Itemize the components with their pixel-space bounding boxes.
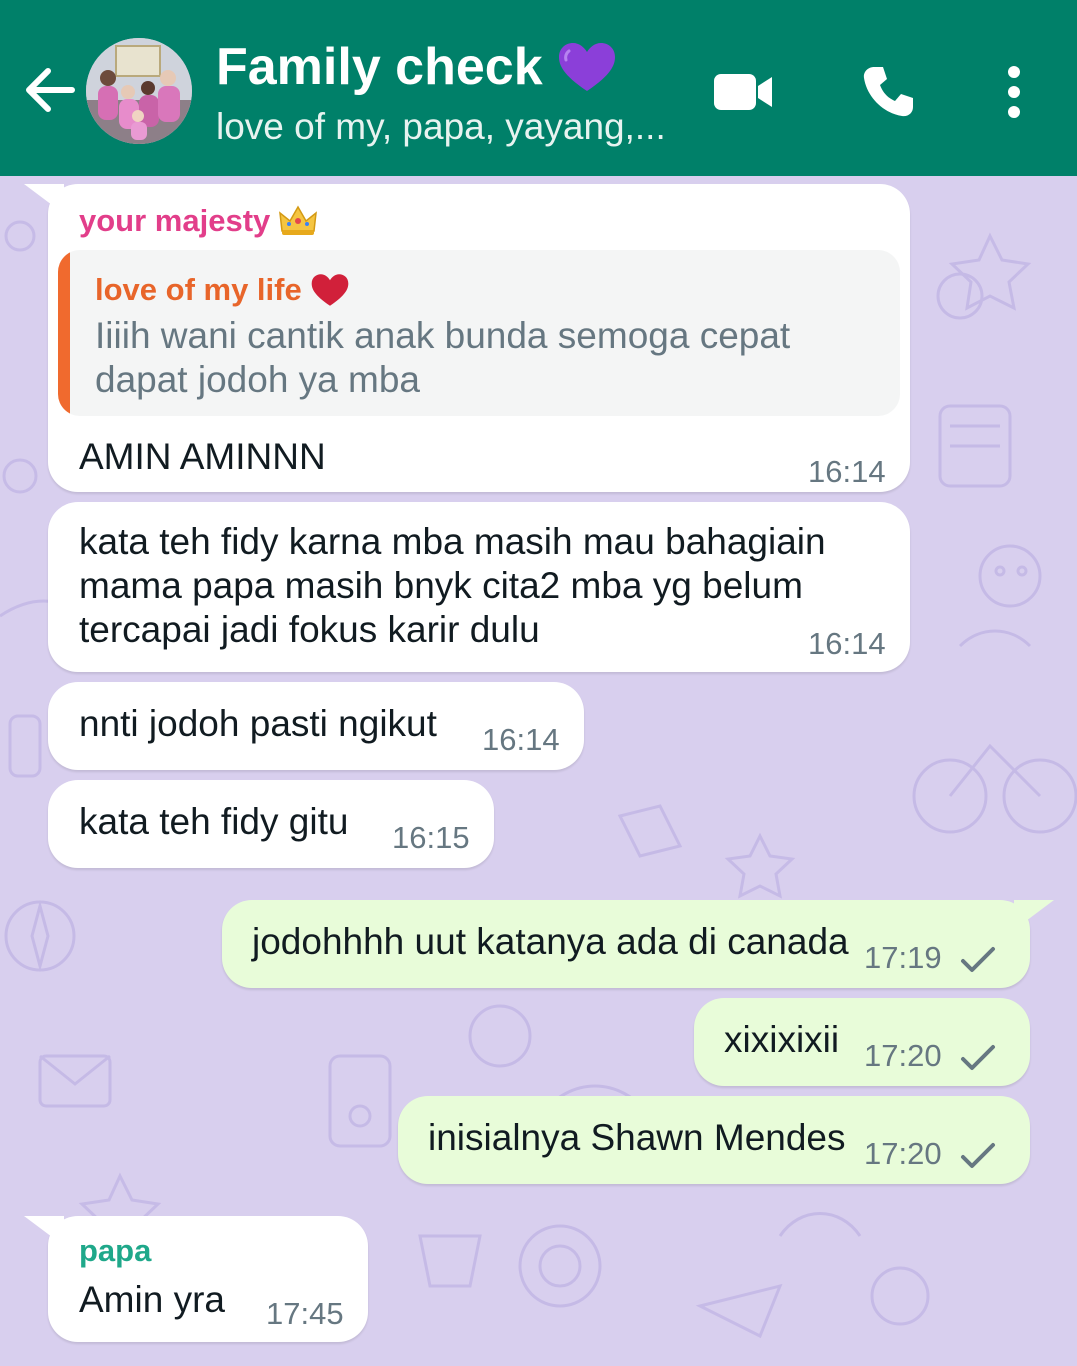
quote-accent-bar [58,250,70,416]
message-text: inisialnya Shawn Mendes [428,1117,846,1158]
crown-icon [279,205,318,235]
more-options-button[interactable] [990,56,1038,128]
purple-heart-icon [558,43,615,91]
video-call-icon [714,74,772,110]
chat-header: Family check love of my, papa, yayang,..… [0,0,1077,176]
group-photo [86,38,192,144]
message-time-text: 17:20 [864,1136,942,1171]
message-time: 16:14 [808,626,886,661]
bubble-tail [24,184,64,214]
sender-name[interactable]: your majesty [79,202,318,240]
message-bubble[interactable]: kata teh fidy karna mba masih mau bahagi… [48,502,910,672]
message-time: 17:45 [266,1296,344,1331]
message-line: kata teh fidy karna mba masih mau bahagi… [79,521,826,562]
sent-check-icon [961,1142,996,1168]
red-heart-icon [311,274,349,306]
more-options-icon [1008,66,1020,118]
group-name: Family check [216,38,543,96]
message-bubble[interactable]: papa Amin yra 17:45 [24,1216,368,1342]
voice-call-button[interactable] [852,56,924,128]
message-time: 17:20 [864,1038,996,1074]
message-text: AMIN AMINNN [79,436,326,477]
message-time-text: 17:19 [864,940,942,975]
message-bubble[interactable]: jodohhhh uut katanya ada di canada 17:19 [222,900,1054,988]
message-time-text: 17:20 [864,1038,942,1073]
message-time: 17:19 [864,940,996,976]
message-bubble[interactable]: kata teh fidy gitu 16:15 [48,780,494,868]
sent-check-icon [961,946,996,972]
chat-title-block[interactable]: Family check love of my, papa, yayang,..… [216,36,686,150]
message-text: xixixixii [724,1019,840,1060]
message-bubble[interactable]: your majesty love of my life Iiiih wani … [24,184,910,492]
message-text: jodohhhh uut katanya ada di canada [252,921,849,962]
message-bubble[interactable]: nnti jodoh pasti ngikut 16:14 [48,682,584,770]
title-row: Family check [216,36,686,98]
message-time: 16:14 [808,454,886,489]
message-text: Amin yra [79,1279,225,1320]
message-text: kata teh fidy gitu [79,801,349,842]
message-text: nnti jodoh pasti ngikut [79,703,437,744]
message-line: mama papa masih bnyk cita2 mba yg belum [79,565,803,606]
message-bubble[interactable]: xixixixii 17:20 [694,998,1030,1086]
group-members: love of my, papa, yayang,... [216,106,666,147]
message-text: kata teh fidy karna mba masih mau bahagi… [79,520,826,652]
sender-name[interactable]: papa [79,1232,151,1270]
quoted-sender: love of my life [95,268,350,312]
message-bubble[interactable]: inisialnya Shawn Mendes 17:20 [398,1096,1030,1184]
sender-name-text: your majesty [79,203,271,238]
quoted-text: Iiiih wani cantik anak bunda semoga cepa… [95,315,791,400]
message-time: 16:14 [482,722,560,757]
back-arrow-icon [26,68,75,112]
reply-quote[interactable]: love of my life Iiiih wani cantik anak b… [58,250,900,416]
message-time: 17:20 [864,1136,996,1172]
sent-check-icon [961,1044,996,1070]
back-button[interactable] [20,60,80,120]
bubble-tail [24,1216,64,1246]
message-line: tercapai jadi fokus karir dulu [79,609,540,650]
group-avatar[interactable] [86,38,192,144]
quoted-sender-text: love of my life [95,272,302,307]
video-call-button[interactable] [708,56,780,128]
message-time: 16:15 [392,820,470,855]
bubble-tail [1014,900,1054,930]
chat-area[interactable]: your majesty love of my life Iiiih wani … [0,176,1077,1366]
voice-call-icon [863,67,913,117]
